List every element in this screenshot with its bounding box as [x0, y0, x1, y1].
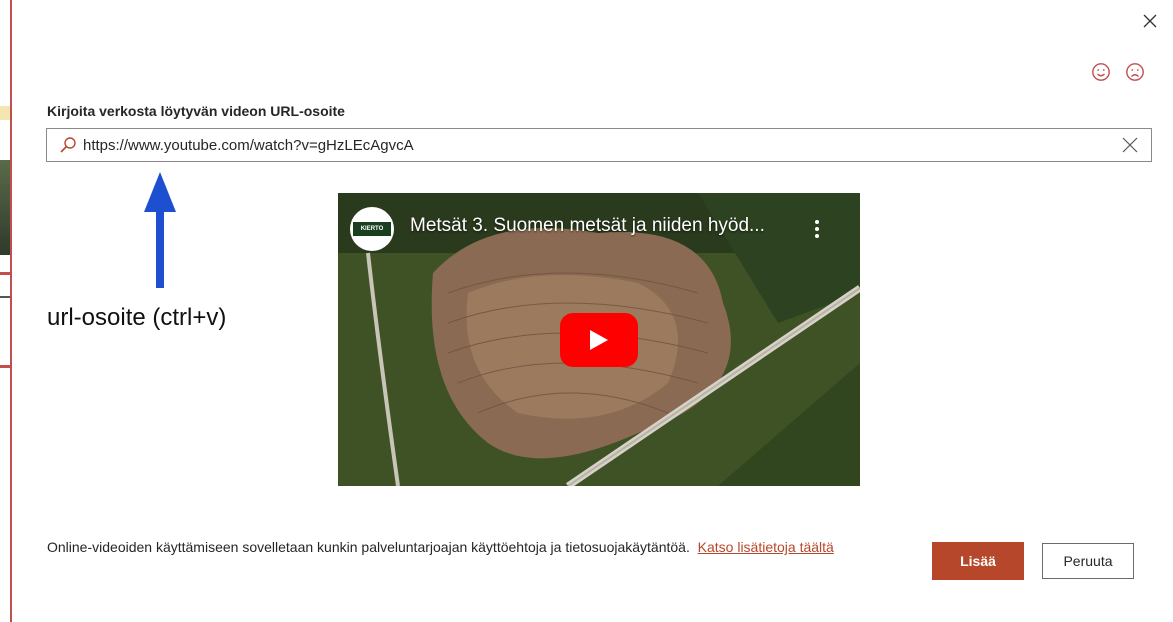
play-icon [590, 330, 608, 350]
url-field[interactable] [46, 128, 1152, 162]
url-input[interactable] [83, 136, 1121, 154]
channel-logo-text: KIERTO TALOUS.nyt [353, 222, 391, 246]
cancel-button[interactable]: Peruuta [1042, 543, 1134, 579]
annotation-arrow-icon [144, 172, 176, 288]
video-preview[interactable]: KIERTO TALOUS.nyt Metsät 3. Suomen metsä… [338, 193, 860, 486]
feedback-buttons [1091, 62, 1145, 82]
terms-text: Online-videoiden käyttämiseen sovelletaa… [47, 537, 917, 557]
slide-edge [10, 0, 12, 622]
search-icon [60, 137, 76, 153]
slide-thumbnail [0, 160, 10, 255]
background-app-strip [0, 0, 13, 622]
url-label: Kirjoita verkosta löytyvän videon URL-os… [47, 103, 345, 119]
channel-logo[interactable]: KIERTO TALOUS.nyt [350, 207, 394, 251]
slide-thumbnail [0, 106, 10, 120]
slide-marker [0, 365, 10, 368]
smile-icon[interactable] [1091, 62, 1111, 82]
more-info-link[interactable]: Katso lisätietoja täältä [698, 539, 834, 555]
frown-icon[interactable] [1125, 62, 1145, 82]
slide-marker [0, 296, 10, 298]
clear-icon[interactable] [1121, 136, 1139, 154]
annotation-text: url-osoite (ctrl+v) [47, 304, 227, 331]
slide-marker [0, 272, 10, 275]
play-button[interactable] [560, 313, 638, 367]
terms-statement: Online-videoiden käyttämiseen sovelletaa… [47, 539, 690, 555]
kebab-menu-icon[interactable] [808, 217, 826, 241]
insert-button[interactable]: Lisää [932, 542, 1024, 580]
close-icon[interactable] [1141, 12, 1159, 30]
video-title[interactable]: Metsät 3. Suomen metsät ja niiden hyöd..… [410, 215, 790, 237]
